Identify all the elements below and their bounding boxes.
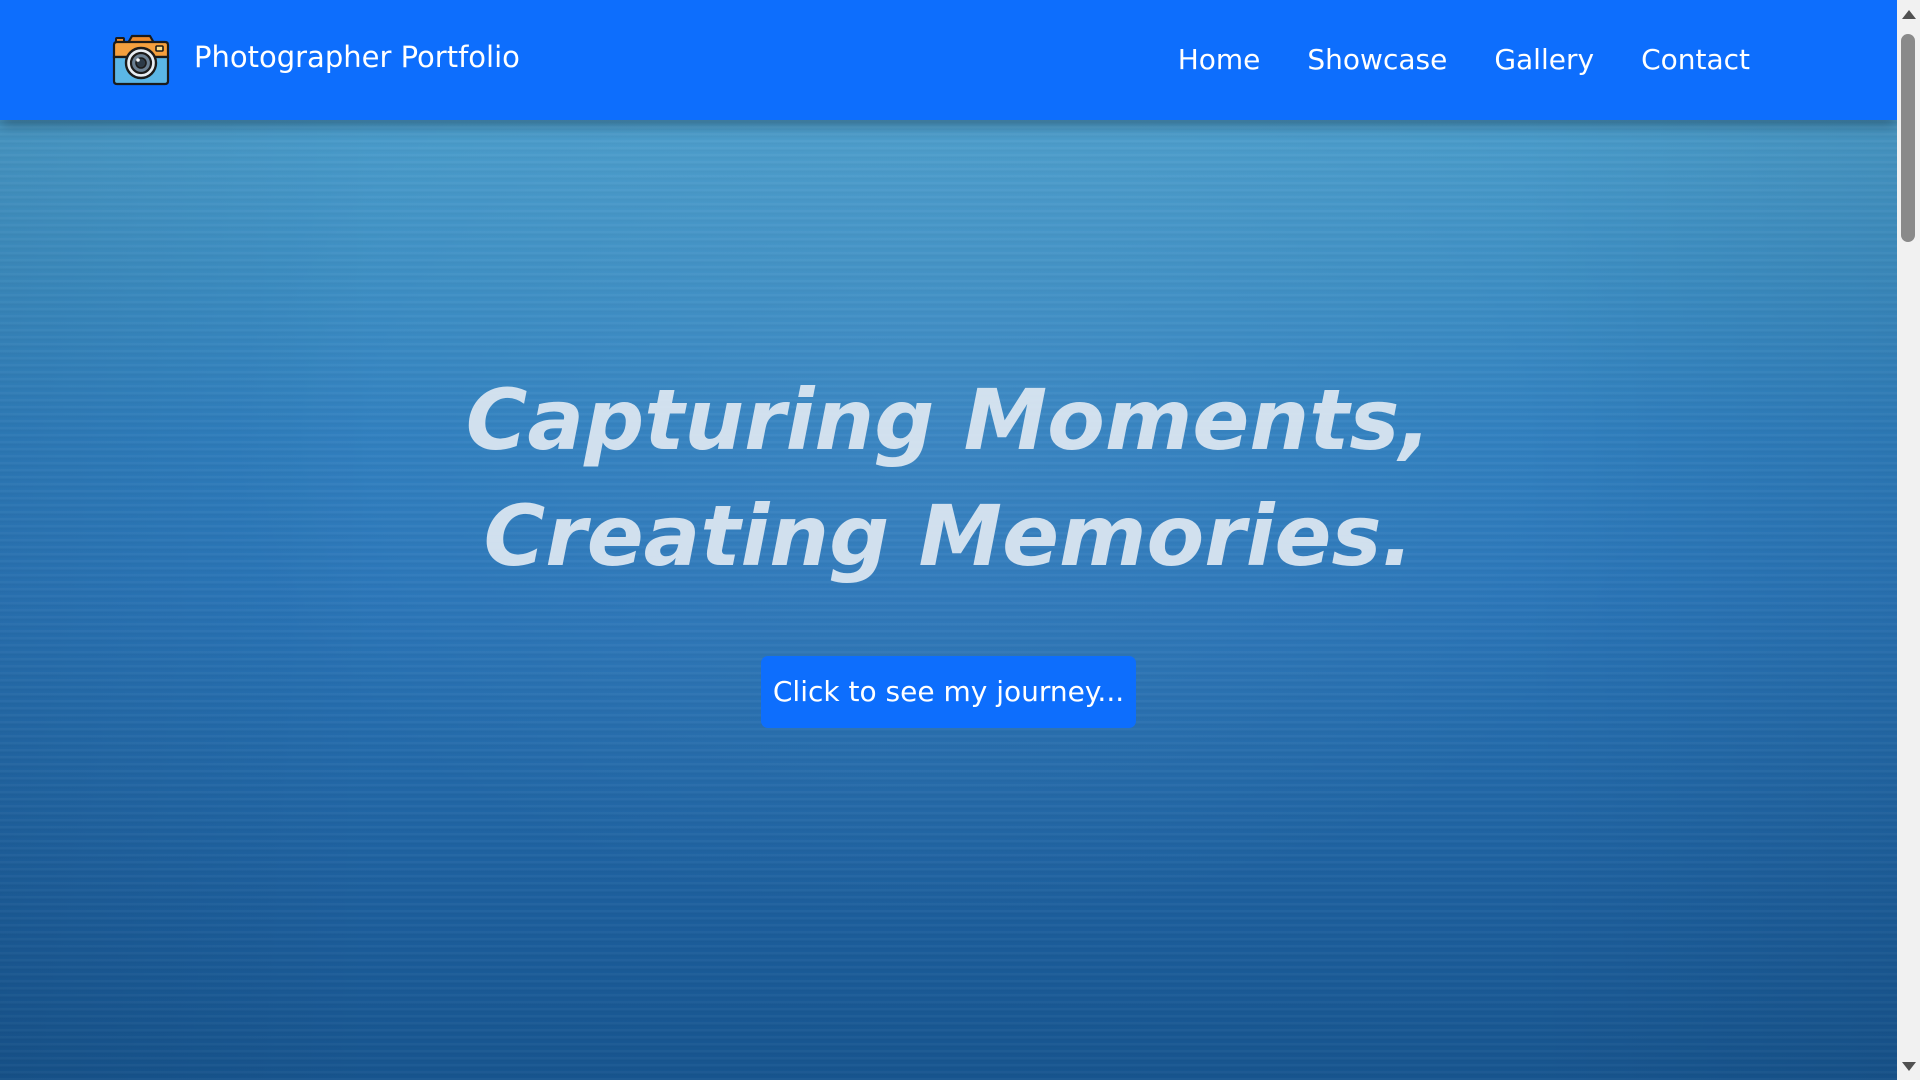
viewport: Capturing Moments, Creating Memories. Cl…: [0, 0, 1897, 1080]
scrollbar-thumb[interactable]: [1901, 34, 1915, 242]
nav-link-gallery[interactable]: Gallery: [1494, 40, 1594, 80]
brand-name: Photographer Portfolio: [194, 40, 520, 74]
vertical-scrollbar[interactable]: [1897, 0, 1920, 1080]
navbar-brand[interactable]: Photographer Portfolio: [110, 32, 520, 88]
see-journey-button[interactable]: Click to see my journey...: [761, 656, 1136, 728]
hero-title: Capturing Moments, Creating Memories.: [0, 362, 1897, 594]
navbar: Photographer Portfolio Home Showcase Gal…: [0, 0, 1897, 120]
chevron-up-icon[interactable]: [1897, 4, 1920, 24]
page: Capturing Moments, Creating Memories. Cl…: [0, 0, 1920, 1080]
nav-link-showcase[interactable]: Showcase: [1307, 40, 1447, 80]
chevron-down-icon[interactable]: [1897, 1056, 1920, 1076]
nav-link-contact[interactable]: Contact: [1641, 40, 1750, 80]
nav-links: Home Showcase Gallery Contact: [1178, 0, 1750, 120]
hero-title-line-1: Capturing Moments,: [465, 371, 1432, 469]
hero-section: Capturing Moments, Creating Memories. Cl…: [0, 0, 1897, 1080]
hero-title-line-2: Creating Memories.: [483, 487, 1414, 585]
nav-link-home[interactable]: Home: [1178, 40, 1261, 80]
camera-icon: [110, 33, 172, 87]
